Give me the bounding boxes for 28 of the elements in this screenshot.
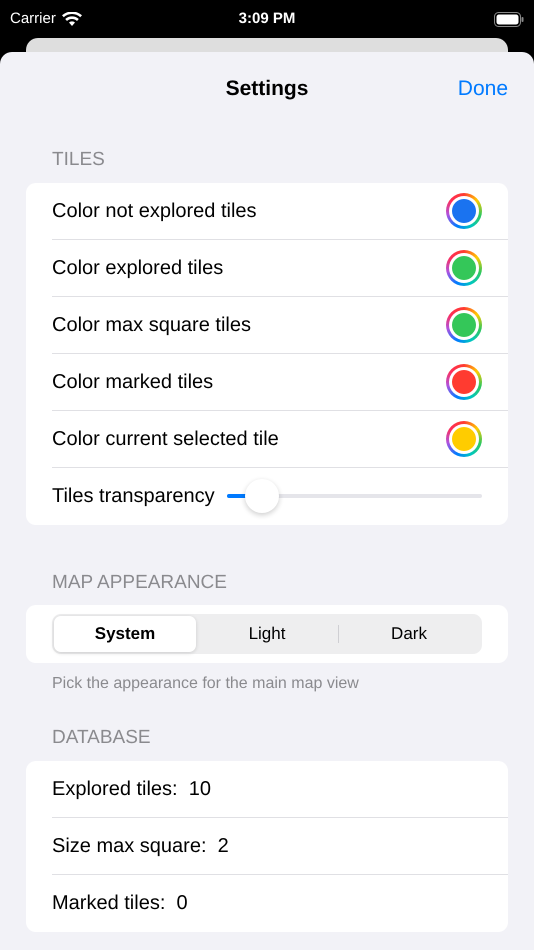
wifi-icon <box>62 12 82 26</box>
row-label: Tiles transparency <box>52 484 215 509</box>
row-label: Color marked tiles <box>52 370 214 394</box>
row-label: Color not explored tiles <box>52 198 257 224</box>
carrier-text: Carrier <box>10 8 56 29</box>
segment[interactable]: System <box>54 616 196 652</box>
done-button[interactable]: Done <box>458 73 508 105</box>
row-label: Size max square: 2 <box>52 834 229 858</box>
battery-icon <box>494 12 524 26</box>
nav-title: Settings <box>226 76 308 102</box>
color-well[interactable] <box>446 192 482 228</box>
section-header: TILES <box>52 149 105 170</box>
color-well[interactable] <box>446 306 482 342</box>
clock-text: 3:09 PM <box>238 8 296 29</box>
section-footer: Pick the appearance for the main map view <box>52 675 359 692</box>
row-label: Color max square tiles <box>52 312 251 338</box>
segment[interactable]: Dark <box>338 616 480 652</box>
row-label: Marked tiles: 0 <box>52 891 188 916</box>
color-well[interactable] <box>446 420 482 456</box>
transparency-slider[interactable] <box>226 479 482 513</box>
color-well[interactable] <box>446 250 482 286</box>
section-header: MAP APPEARANCE <box>52 572 227 592</box>
segment[interactable]: Light <box>196 616 338 652</box>
section-header: DATABASE <box>52 727 151 748</box>
color-well[interactable] <box>446 364 482 400</box>
row-label: Color current selected tile <box>52 426 279 452</box>
row-label: Color explored tiles <box>52 256 224 280</box>
row-label: Explored tiles: 10 <box>52 776 211 802</box>
